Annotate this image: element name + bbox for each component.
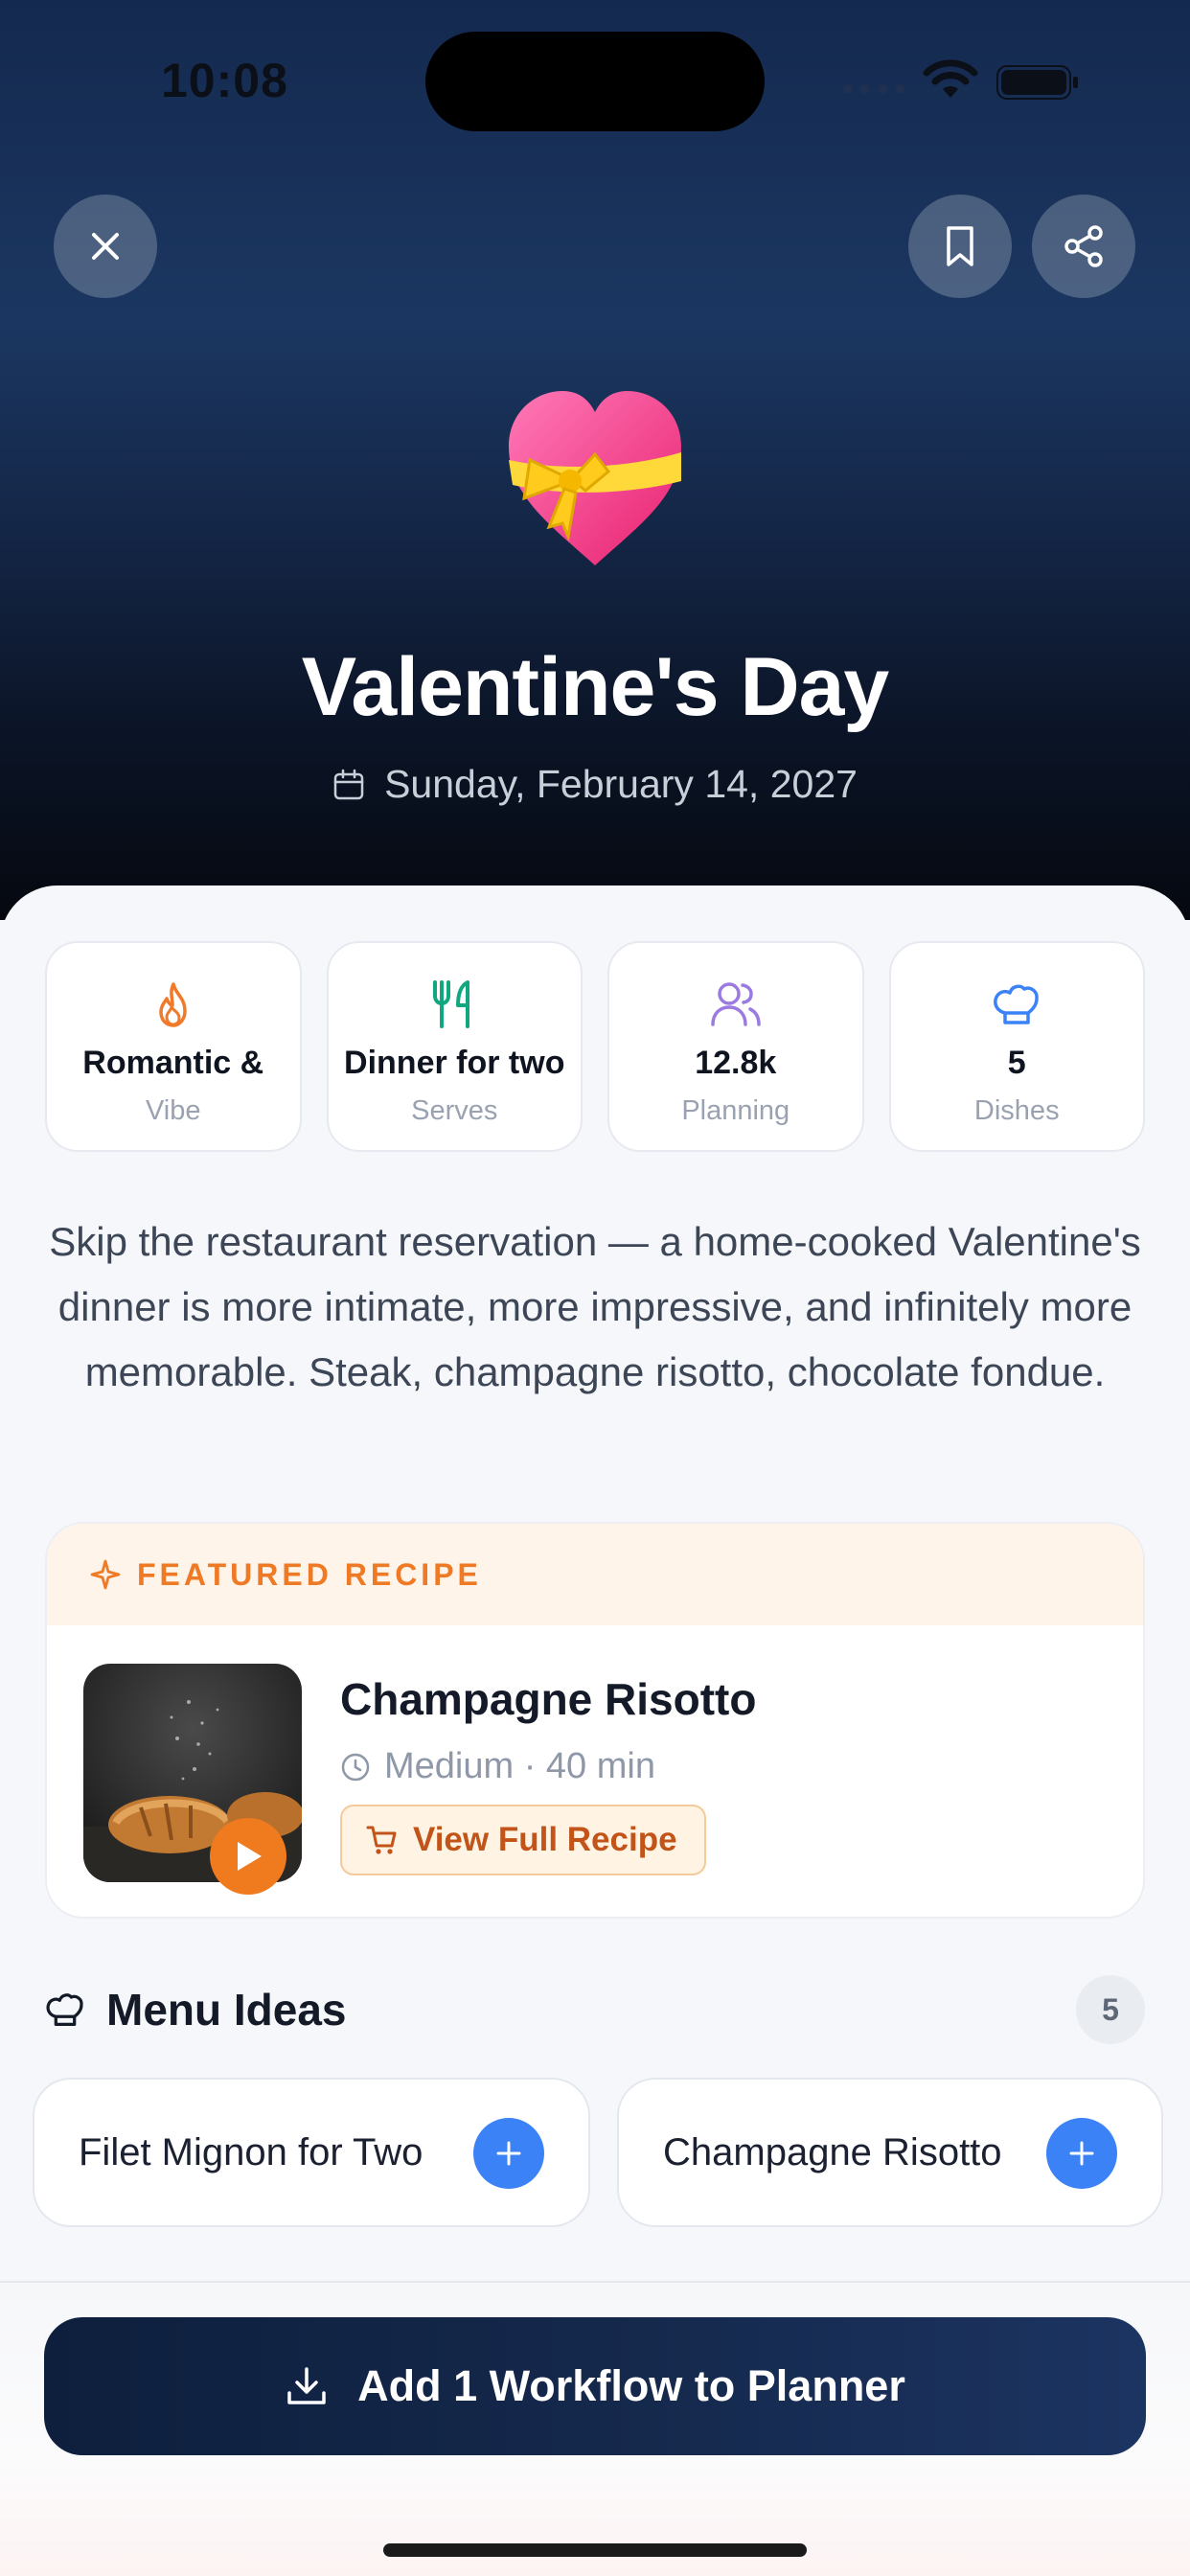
status-time: 10:08	[161, 54, 288, 107]
add-to-planner-label: Add 1 Workflow to Planner	[357, 2361, 905, 2410]
stat-label: Dishes	[973, 1095, 1060, 1126]
recipe-meta-text: Medium · 40 min	[384, 1746, 655, 1786]
page-title: Valentine's Day	[301, 641, 890, 733]
view-full-recipe-button[interactable]: View Full Recipe	[340, 1805, 706, 1875]
menu-item-label: Filet Mignon for Two	[79, 2130, 423, 2174]
screen: 10:08 Valentine's Day Sunday, February 1…	[0, 0, 1190, 2576]
menu-item-card[interactable]: Filet Mignon for Two	[33, 2078, 590, 2227]
featured-recipe-card[interactable]: FEATURED RECIPE Champagne Risotto Medium…	[45, 1522, 1145, 1919]
menu-ideas-count-badge: 5	[1076, 1975, 1145, 2044]
add-menu-item-button[interactable]	[473, 2118, 544, 2189]
users-icon	[711, 982, 761, 1026]
download-icon	[287, 2367, 326, 2404]
event-date-text: Sunday, February 14, 2027	[384, 762, 858, 806]
sparkle-icon	[90, 1559, 121, 1590]
stat-label: Serves	[411, 1095, 498, 1126]
recipe-title: Champagne Risotto	[340, 1674, 757, 1724]
plus-icon	[496, 2141, 521, 2166]
stat-card-vibe: Romantic & Vibe	[45, 941, 302, 1152]
share-button[interactable]	[1032, 195, 1135, 298]
stat-value: Romantic &	[82, 1045, 264, 1081]
close-icon	[92, 233, 119, 260]
menu-item-card[interactable]: Champagne Risotto	[617, 2078, 1163, 2227]
chef-hat-icon	[46, 1993, 83, 2026]
play-button[interactable]	[210, 1818, 286, 1895]
stat-value: 12.8k	[695, 1045, 777, 1081]
heart-with-ribbon-icon	[509, 391, 681, 565]
chef-hat-icon	[994, 984, 1040, 1024]
battery-icon	[996, 65, 1078, 100]
stat-card-serves: Dinner for two Serves	[326, 941, 583, 1152]
add-menu-item-button[interactable]	[1046, 2118, 1117, 2189]
featured-recipe-tag: FEATURED RECIPE	[137, 1556, 482, 1592]
stat-value: 5	[1007, 1045, 1026, 1081]
stats-row: Romantic & Vibe Dinner for two Serves 12…	[45, 941, 1145, 1152]
bookmark-icon	[947, 226, 973, 266]
menu-ideas-title: Menu Ideas	[106, 1985, 347, 2035]
close-button[interactable]	[54, 195, 157, 298]
hero-header: 10:08 Valentine's Day Sunday, February 1…	[0, 0, 1190, 920]
share-icon	[1064, 225, 1103, 267]
view-full-recipe-label: View Full Recipe	[413, 1821, 677, 1858]
add-to-planner-button[interactable]: Add 1 Workflow to Planner	[44, 2317, 1146, 2455]
stat-card-dishes: 5 Dishes	[888, 941, 1145, 1152]
bookmark-button[interactable]	[908, 195, 1012, 298]
stat-value: Dinner for two	[344, 1045, 565, 1081]
play-icon	[238, 1842, 262, 1871]
cart-icon	[366, 1826, 397, 1854]
clock-icon	[341, 1753, 370, 1781]
flame-icon	[159, 982, 187, 1027]
event-description: Skip the restaurant reservation — a home…	[49, 1219, 1141, 1394]
stat-label: Planning	[681, 1095, 790, 1126]
event-date: Sunday, February 14, 2027	[0, 762, 1190, 807]
featured-recipe-header: FEATURED RECIPE	[47, 1524, 1143, 1625]
recipe-meta: Medium · 40 min	[340, 1746, 655, 1787]
utensils-icon	[433, 980, 470, 1028]
menu-item-label: Champagne Risotto	[663, 2130, 1002, 2174]
calendar-icon	[333, 769, 364, 799]
home-indicator[interactable]	[383, 2543, 807, 2557]
wifi-icon	[923, 59, 978, 98]
cellular-signal-icon	[843, 84, 904, 94]
menu-ideas-header: Menu Ideas 5	[45, 1975, 1145, 2044]
stat-label: Vibe	[145, 1095, 201, 1126]
stat-card-planning: 12.8k Planning	[607, 941, 864, 1152]
dynamic-island	[425, 32, 765, 131]
plus-icon	[1069, 2141, 1094, 2166]
